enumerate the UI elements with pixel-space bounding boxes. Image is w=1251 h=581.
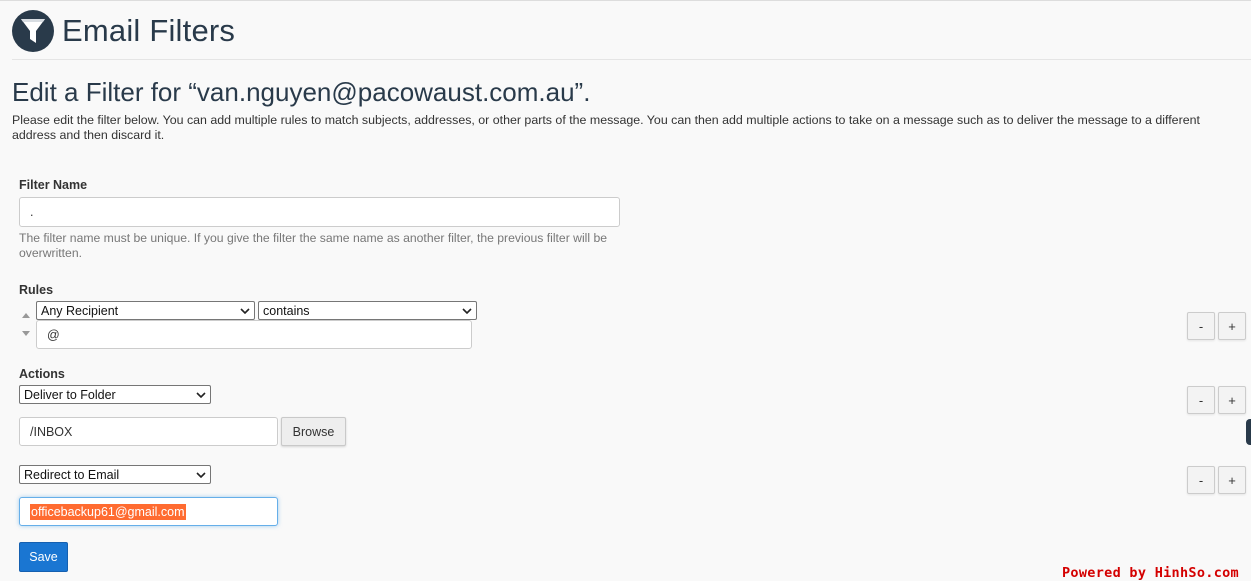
rule-field-select[interactable]: Any Recipient xyxy=(36,301,255,320)
remove-action-button[interactable]: - xyxy=(1187,466,1215,494)
rule-operator-value: contains xyxy=(263,303,310,318)
page-title: Email Filters xyxy=(62,13,236,48)
action-select-deliver[interactable]: Deliver to Folder xyxy=(19,385,211,404)
add-action-button[interactable]: + xyxy=(1218,466,1246,494)
chevron-down-icon xyxy=(196,391,206,398)
action-deliver-value: Deliver to Folder xyxy=(24,387,116,402)
filter-description: Please edit the filter below. You can ad… xyxy=(12,113,1200,142)
rule-field-value: Any Recipient xyxy=(41,303,119,318)
move-rule-down-icon[interactable] xyxy=(22,331,30,336)
filter-name-input[interactable]: . xyxy=(19,197,620,227)
powered-by-watermark: Powered by HinhSo.com xyxy=(1062,565,1239,581)
add-action-button[interactable]: + xyxy=(1218,386,1246,414)
add-rule-button[interactable]: + xyxy=(1218,312,1246,340)
page-header: Email Filters xyxy=(12,9,235,53)
redirect-email-input[interactable]: officebackup61@gmail.com xyxy=(19,497,278,526)
top-border xyxy=(0,0,1251,1)
redirect-email-value: officebackup61@gmail.com xyxy=(30,503,186,520)
rule-value-text: @ xyxy=(47,327,60,342)
edit-filter-heading: Edit a Filter for “van.nguyen@pacowaust.… xyxy=(12,77,591,107)
action-select-redirect[interactable]: Redirect to Email xyxy=(19,465,211,484)
browse-button[interactable]: Browse xyxy=(281,417,346,446)
move-rule-up-icon[interactable] xyxy=(22,313,30,318)
chevron-down-icon xyxy=(196,471,206,478)
chevron-down-icon xyxy=(462,307,472,314)
filter-name-label: Filter Name xyxy=(19,178,88,192)
rule-operator-select[interactable]: contains xyxy=(258,301,477,320)
filter-name-value: . xyxy=(30,205,34,219)
rules-label: Rules xyxy=(19,283,54,297)
folder-path-value: /INBOX xyxy=(30,424,73,439)
save-button[interactable]: Save xyxy=(19,542,68,572)
funnel-icon xyxy=(12,10,54,52)
header-divider xyxy=(12,59,1251,60)
remove-rule-button[interactable]: - xyxy=(1187,312,1215,340)
folder-path-input[interactable]: /INBOX xyxy=(19,417,278,446)
rule-value-input[interactable]: @ xyxy=(36,320,472,349)
filter-name-help: The filter name must be unique. If you g… xyxy=(19,231,608,260)
remove-action-button[interactable]: - xyxy=(1187,386,1215,414)
side-panel-tab[interactable] xyxy=(1246,419,1251,445)
chevron-down-icon xyxy=(240,307,250,314)
action-redirect-value: Redirect to Email xyxy=(24,467,120,482)
actions-label: Actions xyxy=(19,367,65,381)
